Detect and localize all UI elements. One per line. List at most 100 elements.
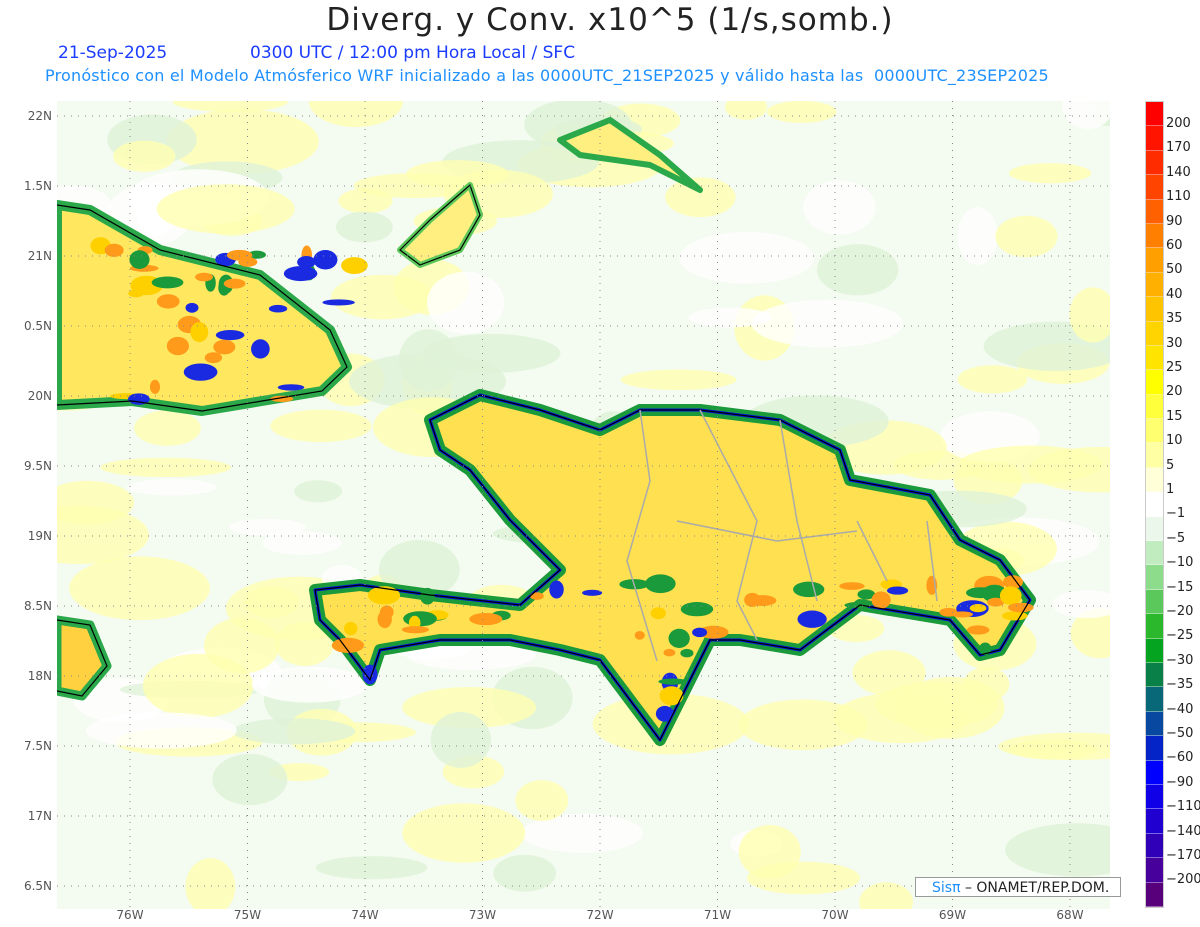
colorbar-swatch [1146,784,1163,810]
convergence-cell [658,678,688,685]
lon-label: 72W [586,908,614,922]
shading-patch [957,207,998,266]
convergence-cell [215,329,245,341]
shading-patch [69,556,210,621]
convergence-cell [839,582,865,590]
forecast-time: 0300 UTC / 12:00 pm Hora Local / SFC [250,43,576,63]
colorbar-swatch [1146,760,1163,785]
colorbar-swatch [1146,687,1163,712]
colorbar-swatch [1146,492,1163,517]
lat-label: 7.5N [23,739,52,753]
convergence-cell [128,289,144,298]
convergence-cell [401,626,430,634]
chart-title: Diverg. y Conv. x10^5 (1/s,somb.) [326,2,894,38]
colorbar-label: −50 [1166,726,1194,741]
colorbar-swatch [1146,882,1163,907]
convergence-cell [793,581,825,598]
convergence-cell [844,602,872,609]
lat-label: 6.5N [23,879,52,893]
colorbar-label: 30 [1166,335,1183,351]
colorbar-swatch [1146,614,1163,639]
colorbar-label: −30 [1166,652,1194,668]
colorbar-label: 40 [1166,286,1183,302]
colorbar-swatch [1146,370,1163,395]
colorbar-swatch [1146,126,1163,151]
convergence-cell [151,276,184,289]
colorbar-swatch [1146,223,1163,249]
lon-label: 68W [1056,908,1084,922]
colorbar-swatch [1146,565,1163,590]
colorbar-swatch [1146,199,1163,224]
convergence-cell [659,686,684,706]
lon-label: 74W [351,908,379,922]
shading-patch [113,140,176,172]
colorbar-swatch [1146,516,1163,542]
shading-patch [958,445,1103,484]
convergence-cell [1008,602,1034,613]
colorbar-label: 90 [1166,213,1183,229]
convergence-cell [529,592,544,600]
colorbar-swatch [1146,175,1163,200]
colorbar-swatch [1146,272,1163,298]
convergence-cell [268,304,288,313]
convergence-cell [634,630,645,640]
colorbar-swatch [1146,711,1163,737]
colorbar-swatch [1146,150,1163,176]
colorbar [1145,101,1164,908]
shading-patch [665,177,736,218]
forecast-subtitle: Pronóstico con el Modelo Atmósferico WRF… [45,66,1049,85]
shading-patch [766,101,837,123]
shading-patch [270,409,372,443]
colorbar-swatch [1146,102,1163,127]
convergence-cell [313,250,338,270]
shading-patch [156,184,295,234]
shading-patch [85,712,237,749]
colorbar-swatch [1146,809,1163,834]
colorbar-swatch [1146,858,1163,883]
convergence-cell [655,705,674,722]
colorbar-label: 50 [1166,262,1183,278]
convergence-cell [999,586,1022,605]
colorbar-label: −1 [1166,506,1186,522]
convergence-cell [419,587,435,605]
colorbar-label: −10 [1166,555,1194,571]
shading-patch [335,211,393,243]
convergence-cell [797,610,827,628]
shading-patch [126,479,217,496]
colorbar-swatch [1146,443,1163,468]
shading-patch [738,699,868,751]
convergence-cell [156,294,180,309]
colorbar-label: −170 [1166,848,1200,863]
lat-label: 19N [27,529,52,543]
convergence-cell [190,322,209,343]
shading-patch [134,410,201,446]
shading-patch [402,803,526,863]
convergence-cell [668,628,690,648]
convergence-cell [194,272,213,282]
colorbar-label: 110 [1166,189,1191,205]
convergence-cell [129,250,150,269]
lat-label: 8.5N [23,599,52,613]
colorbar-swatch [1146,662,1163,688]
shading-patch [738,825,801,879]
convergence-cell [341,257,368,275]
colorbar-label: 60 [1166,238,1183,253]
colorbar-swatch [1146,736,1163,761]
lat-label: 0.5N [23,319,52,333]
colorbar-label: −110 [1166,799,1200,815]
convergence-cell [362,664,378,685]
colorbar-label: −140 [1166,823,1200,839]
colorbar-swatch [1146,297,1163,322]
convergence-cell [966,625,990,635]
convergence-cell [692,627,708,638]
shading-patch [212,753,288,806]
colorbar-label: −90 [1166,774,1194,790]
colorbar-label: 10 [1166,433,1183,449]
convergence-cell [277,384,305,391]
convergence-cell [377,610,392,629]
convergence-cell [859,591,871,600]
colorbar-label: 1 [1166,482,1175,497]
convergence-cell [104,243,124,257]
shading-patch [232,718,356,745]
credit-text: – ONAMET/REP.DOM. [960,880,1110,896]
